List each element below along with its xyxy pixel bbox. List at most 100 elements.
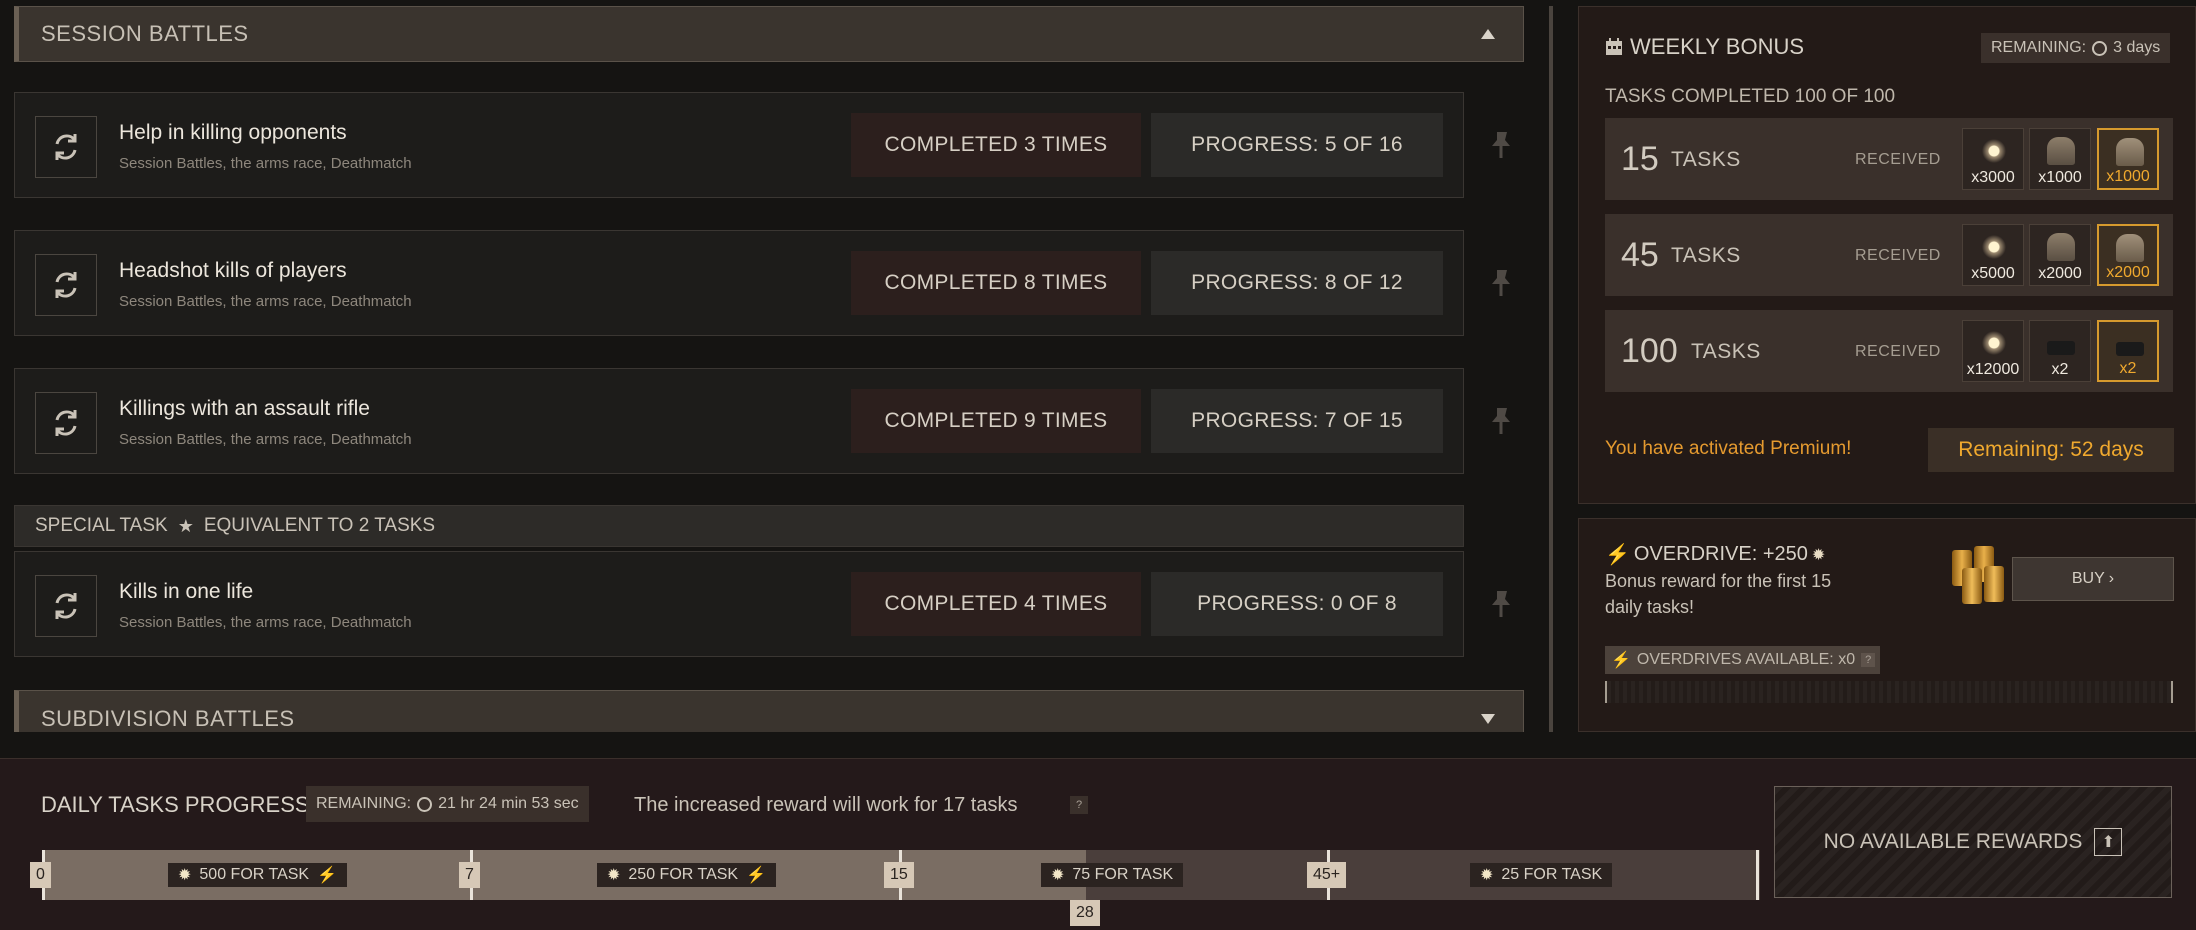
reward-task-label: TASKS bbox=[1671, 148, 1741, 171]
soldier-icon bbox=[2047, 137, 2075, 165]
no-rewards-label: NO AVAILABLE REWARDS bbox=[1823, 830, 2083, 853]
task-row: Killings with an assault rifle Session B… bbox=[14, 368, 1464, 474]
overdrive-description: Bonus reward for the first 15 daily task… bbox=[1605, 571, 1832, 617]
weekly-remaining: REMAINING: 3 days bbox=[1981, 33, 2171, 63]
refresh-task-button[interactable] bbox=[35, 116, 97, 178]
task-completed-count: COMPLETED 9 TIMES bbox=[851, 389, 1141, 453]
clock-icon bbox=[417, 796, 433, 812]
special-task-equivalent: EQUIVALENT TO 2 TASKS bbox=[203, 515, 436, 536]
overdrive-title-row: ⚡ OVERDRIVE: +250 ✹ bbox=[1605, 542, 1825, 567]
crown-icon: ✹ bbox=[607, 867, 621, 884]
subdivision-battles-header[interactable]: SUBDIVISION BATTLES bbox=[14, 690, 1524, 732]
weekly-reward-row: 15 TASKS RECEIVED x3000 x1000 x1000 bbox=[1605, 118, 2173, 200]
reward-status: RECEIVED bbox=[1855, 343, 1941, 360]
weekly-bonus-title: WEEKLY BONUS bbox=[1630, 34, 1805, 59]
pin-icon[interactable] bbox=[1487, 268, 1515, 298]
task-completed-count: COMPLETED 8 TIMES bbox=[851, 251, 1141, 315]
reward-item[interactable]: x2 bbox=[2029, 320, 2091, 382]
reward-task-count: 45 bbox=[1621, 236, 1659, 274]
reward-item[interactable]: x2 bbox=[2097, 320, 2159, 382]
lightning-icon: ⚡ bbox=[1611, 652, 1631, 669]
task-progress: PROGRESS: 8 OF 12 bbox=[1151, 251, 1443, 315]
progress-marker: 45+ bbox=[1307, 862, 1347, 888]
crown-icon bbox=[1980, 137, 2008, 165]
refresh-icon bbox=[55, 410, 77, 436]
daily-tasks-title: DAILY TASKS PROGRESS bbox=[41, 792, 310, 817]
refresh-task-button[interactable] bbox=[35, 575, 97, 637]
subdivision-battles-title: SUBDIVISION BATTLES bbox=[41, 705, 295, 731]
reward-item[interactable]: x2000 bbox=[2029, 224, 2091, 286]
crown-icon bbox=[1980, 233, 2008, 261]
task-modes: Session Battles, the arms race, Deathmat… bbox=[119, 614, 412, 631]
task-name: Kills in one life bbox=[119, 580, 254, 603]
lightning-icon: ⚡ bbox=[317, 867, 337, 884]
buy-overdrive-button[interactable]: BUY › bbox=[2012, 557, 2174, 601]
crown-icon: ✹ bbox=[178, 867, 192, 884]
crown-icon: ✹ bbox=[1811, 546, 1826, 564]
scrollbar[interactable] bbox=[1549, 6, 1553, 732]
help-icon[interactable]: ? bbox=[1070, 796, 1088, 814]
soldier-icon bbox=[2116, 138, 2144, 166]
daily-reward-chip: ✹ 75 FOR TASK bbox=[1041, 863, 1184, 887]
pin-icon[interactable] bbox=[1487, 130, 1515, 160]
special-task-label: SPECIAL TASK bbox=[35, 515, 168, 536]
increased-reward-text: The increased reward will work for 17 ta… bbox=[634, 794, 1018, 816]
progress-marker: 0 bbox=[30, 862, 51, 888]
task-progress: PROGRESS: 0 OF 8 bbox=[1151, 572, 1443, 636]
help-icon[interactable]: ? bbox=[1861, 653, 1876, 667]
reward-item[interactable]: x2000 bbox=[2097, 224, 2159, 286]
task-completed-count: COMPLETED 3 TIMES bbox=[851, 113, 1141, 177]
task-row: Help in killing opponents Session Battle… bbox=[14, 92, 1464, 198]
task-modes: Session Battles, the arms race, Deathmat… bbox=[119, 431, 412, 448]
daily-progress-track bbox=[1086, 850, 1760, 900]
weekly-remaining-value: 3 days bbox=[2113, 39, 2161, 56]
clock-icon bbox=[2092, 40, 2108, 56]
session-battles-title: SESSION BATTLES bbox=[41, 21, 249, 46]
task-name: Headshot kills of players bbox=[119, 259, 347, 282]
reward-item[interactable]: x1000 bbox=[2029, 128, 2091, 190]
pin-icon[interactable] bbox=[1487, 589, 1515, 619]
lightning-icon: ⚡ bbox=[746, 867, 766, 884]
refresh-task-button[interactable] bbox=[35, 392, 97, 454]
expand-icon[interactable] bbox=[1481, 713, 1495, 724]
task-progress: PROGRESS: 5 OF 16 bbox=[1151, 113, 1443, 177]
arrow-up-icon: ⬆ bbox=[2094, 828, 2123, 856]
weekly-reward-row: 100 TASKS RECEIVED x12000 x2 x2 bbox=[1605, 310, 2173, 392]
refresh-task-button[interactable] bbox=[35, 254, 97, 316]
calendar-icon bbox=[1606, 38, 1622, 55]
overdrive-title: OVERDRIVE: +250 bbox=[1633, 543, 1808, 565]
special-task-banner: SPECIAL TASK ★ EQUIVALENT TO 2 TASKS bbox=[14, 505, 1464, 547]
reward-task-count: 100 bbox=[1621, 332, 1678, 370]
crown-icon bbox=[1980, 329, 2008, 357]
crown-icon: ✹ bbox=[1051, 867, 1065, 884]
session-battles-header[interactable]: SESSION BATTLES bbox=[14, 6, 1524, 62]
reward-item[interactable]: x1000 bbox=[2097, 128, 2159, 190]
lightning-icon: ⚡ bbox=[1605, 544, 1630, 566]
refresh-icon bbox=[55, 272, 77, 298]
star-icon: ★ bbox=[177, 515, 194, 536]
daily-reward-chip: ✹ 25 FOR TASK bbox=[1470, 863, 1613, 887]
reward-item[interactable]: x12000 bbox=[1962, 320, 2024, 382]
weekly-reward-row: 45 TASKS RECEIVED x5000 x2000 x2000 bbox=[1605, 214, 2173, 296]
no-available-rewards-button[interactable]: NO AVAILABLE REWARDS ⬆ bbox=[1774, 786, 2172, 898]
refresh-icon bbox=[55, 134, 77, 160]
reward-status: RECEIVED bbox=[1855, 247, 1941, 264]
task-name: Help in killing opponents bbox=[119, 121, 347, 144]
reward-task-label: TASKS bbox=[1671, 244, 1741, 267]
pin-icon[interactable] bbox=[1487, 406, 1515, 436]
reward-item[interactable]: x3000 bbox=[1962, 128, 2024, 190]
progress-tick bbox=[1756, 850, 1759, 900]
reward-item[interactable]: x5000 bbox=[1962, 224, 2024, 286]
overdrive-progress-bar bbox=[1605, 681, 2173, 703]
reward-task-label: TASKS bbox=[1691, 340, 1761, 363]
collapse-icon[interactable] bbox=[1481, 29, 1495, 39]
task-name: Killings with an assault rifle bbox=[119, 397, 370, 420]
task-modes: Session Battles, the arms race, Deathmat… bbox=[119, 293, 412, 310]
daily-reward-chip: ✹ 250 FOR TASK ⚡ bbox=[597, 863, 776, 887]
overdrive-battery-icon bbox=[1948, 544, 2010, 610]
chevron-right-icon: › bbox=[2108, 570, 2115, 587]
weekly-remaining-label: REMAINING: bbox=[1991, 39, 2087, 56]
task-progress: PROGRESS: 7 OF 15 bbox=[1151, 389, 1443, 453]
premium-status: You have activated Premium! bbox=[1605, 438, 1852, 459]
task-modes: Session Battles, the arms race, Deathmat… bbox=[119, 155, 412, 172]
